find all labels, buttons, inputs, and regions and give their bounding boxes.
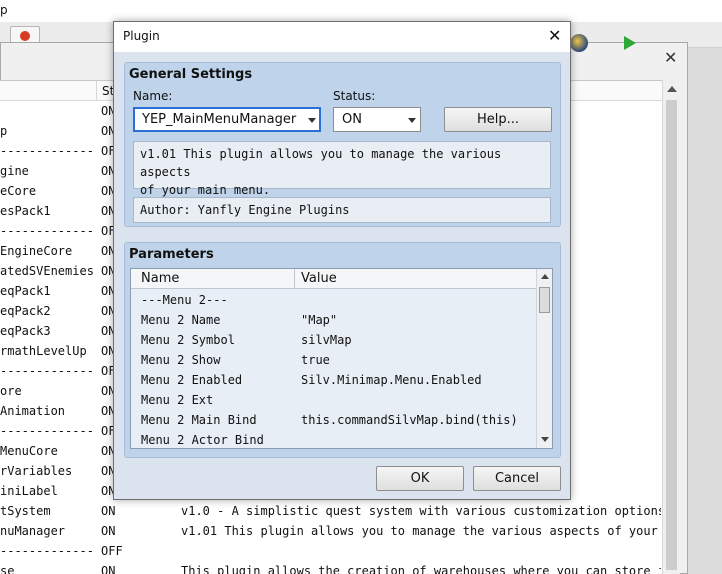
plugin-name-cell: tSystem	[0, 504, 51, 518]
plugin-name-cell: eqPack1	[0, 284, 51, 298]
scroll-thumb[interactable]	[666, 100, 677, 570]
column-separator	[96, 81, 97, 101]
plugin-description-cell: This plugin allows the creation of wareh…	[181, 564, 661, 574]
plugin-name-cell: ore	[0, 384, 22, 398]
parameter-row[interactable]: Menu 2 Show true	[131, 350, 536, 370]
plugin-name-cell: Animation	[0, 404, 66, 418]
chevron-down-icon	[408, 118, 416, 123]
parameters-table-header: Name Value	[131, 269, 536, 289]
parameters-table[interactable]: Name Value ---Menu 2--- Menu 2 Name "Map" M…	[130, 268, 553, 449]
plugin-author: Author: Yanfly Engine Plugins	[133, 197, 551, 223]
parameter-name: Menu 2 Ext	[141, 393, 214, 407]
table-row[interactable]: se ON This plugin allows the creation of w…	[0, 562, 662, 574]
plugin-name-select[interactable]: YEP_MainMenuManager	[133, 107, 321, 132]
plugin-manager-close-icon[interactable]: ✕	[664, 48, 677, 67]
parameter-name: Menu 2 Name	[141, 313, 221, 327]
scroll-up-icon[interactable]	[541, 274, 549, 279]
parameter-name: Menu 2 Actor Bind	[141, 433, 264, 447]
name-label: Name:	[133, 89, 173, 103]
name-column-header[interactable]: Name	[141, 271, 179, 286]
status-value: ON	[342, 112, 362, 127]
parameter-value: silvMap	[301, 333, 352, 347]
plugin-name-cell: -------------	[0, 224, 94, 238]
table-row[interactable]: nuManager ON v1.01 This plugin allows you …	[0, 522, 662, 542]
parameter-name: Menu 2 Symbol	[141, 333, 235, 347]
plugin-name-cell: iniLabel	[0, 484, 58, 498]
general-settings-title: General Settings	[129, 67, 253, 82]
globe-icon[interactable]	[570, 34, 588, 52]
status-label: Status:	[333, 89, 376, 103]
plugin-dialog: Plugin ✕ General Settings Name: YEP_Main…	[113, 21, 571, 500]
plugin-name-cell: -------------	[0, 544, 94, 558]
column-separator	[294, 269, 295, 289]
scroll-thumb[interactable]	[539, 287, 550, 313]
parameter-value: true	[301, 353, 330, 367]
app-title: p	[0, 3, 8, 17]
parameters-scrollbar[interactable]	[536, 269, 552, 448]
plugin-name-cell: esPack1	[0, 204, 51, 218]
parameter-row[interactable]: Menu 2 Actor Bind	[131, 430, 536, 448]
cancel-button[interactable]: Cancel	[473, 466, 561, 491]
parameter-name: ---Menu 2---	[141, 293, 228, 307]
help-button[interactable]: Help...	[444, 107, 552, 132]
plugin-name-cell: -------------	[0, 364, 94, 378]
plugin-status-cell: ON	[101, 504, 116, 518]
plugin-name-cell: eqPack2	[0, 304, 51, 318]
plugin-name-cell: -------------	[0, 144, 94, 158]
plugin-name-cell: gine	[0, 164, 29, 178]
scroll-up-icon[interactable]	[667, 86, 677, 92]
plugin-name-cell: rmathLevelUp	[0, 344, 87, 358]
status-select[interactable]: ON	[333, 107, 421, 132]
plugin-name-cell: eqPack3	[0, 324, 51, 338]
dialog-title: Plugin	[123, 29, 160, 43]
plugin-name-cell: nuManager	[0, 524, 66, 538]
parameter-name: Menu 2 Main Bind	[141, 413, 257, 427]
app-title-bar: p	[0, 0, 722, 22]
plugin-status-cell: ON	[101, 564, 116, 574]
parameter-row[interactable]: Menu 2 Name "Map"	[131, 310, 536, 330]
table-row[interactable]: ------------- OFF	[0, 542, 662, 562]
plugin-name-cell: rVariables	[0, 464, 73, 478]
plugin-status-cell: ON	[101, 524, 116, 538]
plugin-name-cell: eCore	[0, 184, 37, 198]
parameters-group: Parameters Name Value ---Menu 2--- Menu 2…	[124, 242, 561, 458]
plugin-name-cell: EngineCore	[0, 244, 73, 258]
value-column-header[interactable]: Value	[301, 271, 337, 286]
parameter-value: Silv.Minimap.Menu.Enabled	[301, 373, 482, 387]
ok-button[interactable]: OK	[376, 466, 464, 491]
parameter-name: Menu 2 Enabled	[141, 373, 243, 387]
plugin-description-cell: v1.01 This plugin allows you to manage t…	[181, 524, 661, 538]
play-icon[interactable]	[624, 36, 636, 50]
parameter-row[interactable]: Menu 2 Symbol silvMap	[131, 330, 536, 350]
description-line-1: v1.01 This plugin allows you to manage t…	[140, 147, 502, 179]
plugin-status-cell: OFF	[101, 544, 123, 558]
parameter-row[interactable]: Menu 2 Main Bind this.commandSilvMap.bind…	[131, 410, 536, 430]
parameter-name: Menu 2 Show	[141, 353, 221, 367]
plugin-description-cell: v1.0 - A simplistic quest system with va…	[181, 504, 661, 518]
dialog-close-icon[interactable]: ✕	[548, 26, 561, 45]
parameter-row[interactable]: Menu 2 Enabled Silv.Minimap.Menu.Enabled	[131, 370, 536, 390]
plugin-name-cell: p	[0, 124, 8, 138]
scroll-down-icon[interactable]	[541, 437, 549, 442]
table-row[interactable]: tSystem ON v1.0 - A simplistic quest syste…	[0, 502, 662, 522]
plugin-name-cell: -------------	[0, 424, 94, 438]
plugin-name-cell: se	[0, 564, 15, 574]
parameter-row[interactable]: ---Menu 2---	[131, 290, 536, 310]
plugin-name-cell: MenuCore	[0, 444, 58, 458]
plugin-description: v1.01 This plugin allows you to manage t…	[133, 141, 551, 197]
parameter-value: this.commandSilvMap.bind(this)	[301, 413, 518, 427]
dialog-title-bar: Plugin ✕	[114, 22, 570, 52]
parameter-value: "Map"	[301, 313, 338, 327]
chevron-down-icon	[308, 118, 316, 123]
general-settings-group: General Settings Name: YEP_MainMenuManag…	[124, 62, 561, 227]
parameters-title: Parameters	[129, 247, 214, 262]
plugin-name-cell: atedSVEnemies	[0, 264, 94, 278]
plugin-list-scrollbar[interactable]	[662, 80, 680, 574]
plugin-name-value: YEP_MainMenuManager	[142, 112, 297, 127]
parameter-row[interactable]: Menu 2 Ext	[131, 390, 536, 410]
